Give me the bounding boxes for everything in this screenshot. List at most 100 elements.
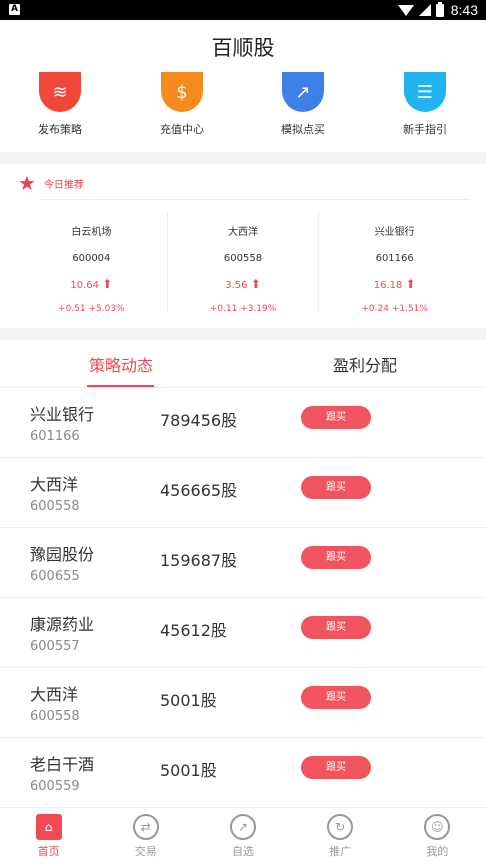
- stock-quantity: 159687股: [160, 551, 238, 570]
- up-arrow-icon: ⬆: [102, 277, 113, 291]
- trend-icon: ↗: [230, 814, 256, 840]
- quick-actions: ≋ 发布策略 $ 充值中心 ↗ 模拟点买 ☰ 新手指引: [0, 72, 486, 142]
- stock-code: 600558: [30, 499, 80, 514]
- layers-icon: ≋: [39, 72, 81, 112]
- stock-name: 兴业银行: [374, 227, 415, 238]
- follow-buy-button[interactable]: 跟买: [301, 756, 371, 779]
- bottom-nav: ⌂ 首页 ⇄ 交易 ↗ 自选 ↻ 推广 ☺ 我的: [0, 808, 486, 864]
- notification-a-icon: A: [9, 4, 20, 15]
- up-arrow-icon: ⬆: [405, 277, 416, 291]
- quick-action-label: 充值中心: [160, 123, 204, 136]
- trend-chart-icon: ↗: [282, 72, 324, 112]
- status-right: 8:43: [397, 1, 478, 18]
- follow-buy-button[interactable]: 跟买: [301, 546, 371, 569]
- stock-name: 兴业银行: [30, 405, 95, 424]
- stock-quantity: 45612股: [160, 621, 227, 640]
- tab-profit-distribution[interactable]: 盈利分配: [333, 352, 397, 376]
- exchange-icon: ⇄: [132, 814, 159, 840]
- signal-icon: [418, 4, 431, 16]
- follow-buy-button[interactable]: 跟买: [301, 476, 371, 499]
- list-item[interactable]: 兴业银行 601166 789456股 跟买: [0, 388, 486, 458]
- stock-price-value: 16.18: [373, 280, 403, 291]
- quick-action-publish-strategy[interactable]: ≋ 发布策略: [15, 72, 105, 137]
- page-title: 百顺股: [211, 36, 275, 60]
- nav-label: 推广: [329, 845, 352, 858]
- stock-change: +0.51 +5.03%: [58, 304, 125, 314]
- stock-code: 600559: [30, 779, 80, 794]
- stock-price: 3.56 ⬆: [168, 277, 319, 291]
- recommend-card[interactable]: 大西洋 600558 3.56 ⬆ +0.11 +3.19%: [168, 212, 320, 314]
- recommend-divider: [40, 199, 470, 200]
- star-icon: ★: [18, 171, 36, 195]
- tab-bar: 策略动态 盈利分配: [0, 340, 486, 388]
- stock-code: 600557: [30, 639, 80, 654]
- list-item[interactable]: 大西洋 600558 456665股 跟买: [0, 458, 486, 528]
- nav-promote[interactable]: ↻ 推广: [292, 808, 389, 864]
- tab-strategy-dynamics[interactable]: 策略动态: [89, 352, 153, 376]
- follow-buy-button[interactable]: 跟买: [301, 406, 371, 429]
- stock-name: 大西洋: [30, 685, 79, 704]
- strategy-list: 兴业银行 601166 789456股 跟买 大西洋 600558 456665…: [0, 388, 486, 808]
- battery-icon: [435, 1, 444, 17]
- up-arrow-icon: ⬆: [250, 277, 261, 291]
- stock-change: +0.11 +3.19%: [209, 304, 277, 314]
- list-item[interactable]: 老白干酒 600559 5001股 跟买: [0, 738, 486, 808]
- recommend-header: ★ 今日推荐: [18, 171, 84, 195]
- list-item[interactable]: 康源药业 600557 45612股 跟买: [0, 598, 486, 668]
- recommend-card[interactable]: 白云机场 600004 10.64 ⬆ +0.51 +5.03%: [16, 212, 168, 314]
- active-tab-indicator: [87, 385, 154, 387]
- follow-buy-button[interactable]: 跟买: [301, 616, 371, 639]
- stock-quantity: 789456股: [160, 411, 238, 430]
- list-item[interactable]: 大西洋 600558 5001股 跟买: [0, 668, 486, 738]
- stock-name: 大西洋: [228, 227, 258, 238]
- stock-price: 16.18 ⬆: [319, 277, 470, 291]
- list-item[interactable]: 豫园股份 600655 159687股 跟买: [0, 528, 486, 598]
- status-bar: A 8:43: [0, 0, 486, 20]
- nav-mine[interactable]: ☺ 我的: [389, 808, 486, 864]
- stock-quantity: 5001股: [160, 761, 217, 780]
- nav-label: 自选: [232, 845, 254, 858]
- stock-code: 601166: [375, 253, 414, 264]
- clipboard-icon: ☰: [404, 72, 446, 112]
- stock-price-value: 10.64: [70, 280, 100, 291]
- stock-code: 600558: [30, 709, 80, 724]
- stock-quantity: 456665股: [160, 481, 238, 500]
- money-bag-icon: $: [161, 72, 203, 112]
- nav-label: 首页: [37, 845, 60, 858]
- stock-code: 600004: [72, 253, 111, 264]
- stock-name: 老白干酒: [30, 755, 95, 774]
- quick-action-label: 新手指引: [403, 123, 447, 136]
- user-icon: ☺: [424, 814, 451, 840]
- nav-home[interactable]: ⌂ 首页: [0, 808, 97, 864]
- recommend-cards: 白云机场 600004 10.64 ⬆ +0.51 +5.03% 大西洋 600…: [16, 212, 470, 314]
- quick-action-simulate-buy[interactable]: ↗ 模拟点买: [258, 72, 348, 137]
- section-divider: [0, 152, 486, 164]
- refresh-icon: ↻: [327, 814, 354, 840]
- quick-action-guide[interactable]: ☰ 新手指引: [380, 72, 470, 137]
- nav-label: 我的: [426, 845, 449, 858]
- stock-price: 10.64 ⬆: [16, 277, 167, 291]
- wifi-icon: [397, 4, 414, 16]
- quick-action-recharge[interactable]: $ 充值中心: [137, 72, 227, 137]
- stock-name: 白云机场: [71, 227, 112, 238]
- stock-code: 600655: [30, 569, 80, 584]
- stock-change: +0.24 +1.51%: [361, 304, 428, 314]
- status-time: 8:43: [450, 2, 478, 18]
- recommend-card[interactable]: 兴业银行 601166 16.18 ⬆ +0.24 +1.51%: [319, 212, 470, 314]
- nav-trade[interactable]: ⇄ 交易: [97, 808, 194, 864]
- nav-watchlist[interactable]: ↗ 自选: [194, 808, 291, 864]
- stock-quantity: 5001股: [160, 691, 217, 710]
- follow-buy-button[interactable]: 跟买: [301, 686, 371, 709]
- quick-action-label: 发布策略: [38, 123, 82, 136]
- stock-name: 康源药业: [30, 615, 95, 634]
- stock-code: 600558: [223, 253, 263, 264]
- section-divider: [0, 328, 486, 340]
- stock-name: 豫园股份: [30, 545, 95, 564]
- stock-name: 大西洋: [30, 475, 79, 494]
- home-icon: ⌂: [35, 814, 62, 840]
- stock-code: 601166: [30, 429, 80, 444]
- nav-label: 交易: [134, 845, 157, 858]
- quick-action-label: 模拟点买: [281, 123, 325, 136]
- stock-price-value: 3.56: [225, 280, 248, 291]
- recommend-title: 今日推荐: [43, 179, 84, 191]
